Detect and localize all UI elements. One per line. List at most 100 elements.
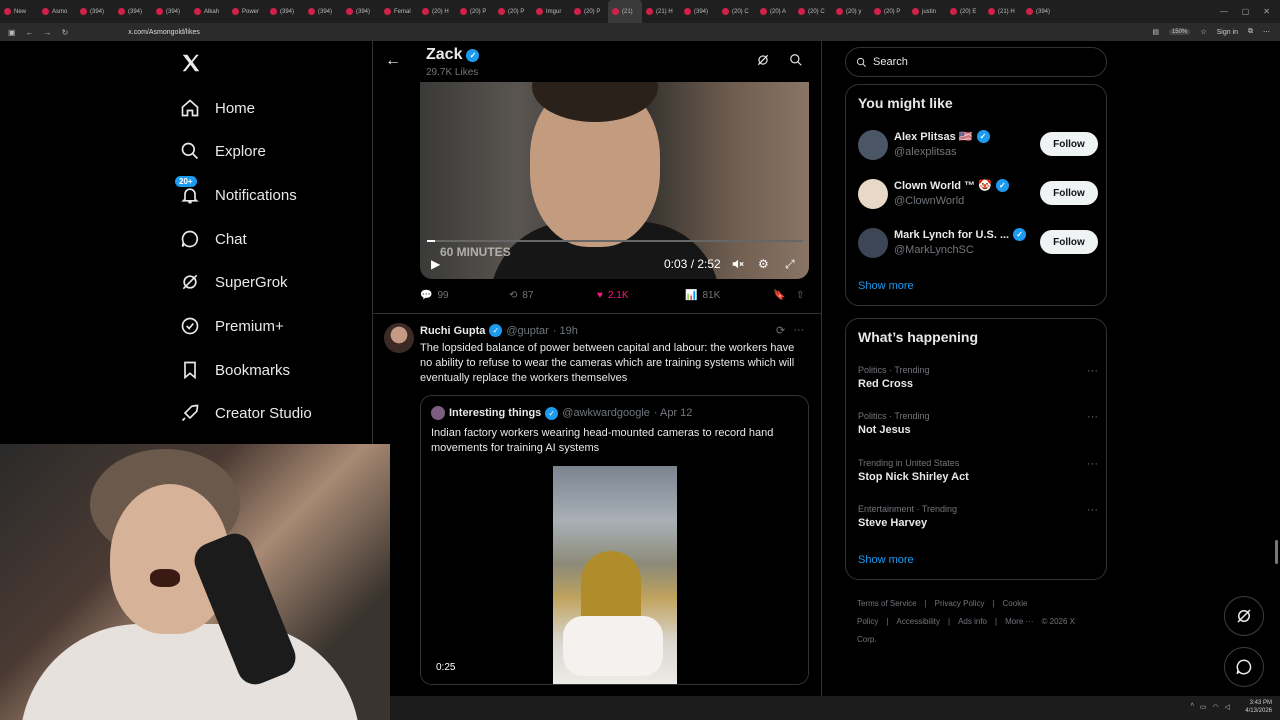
browser-tab[interactable]: (21) — [608, 0, 642, 23]
browser-tab[interactable]: Imgur — [532, 0, 570, 23]
reply-button[interactable]: 💬 99 — [420, 290, 449, 301]
browser-tab[interactable]: (394) — [76, 0, 114, 23]
sidebar-item-notifications[interactable]: 20+ Notifications — [175, 176, 297, 205]
grok-fab-button[interactable] — [1224, 596, 1264, 636]
reader-icon[interactable]: ▤ — [1152, 28, 1159, 36]
reload-icon[interactable]: ↻ — [62, 28, 69, 37]
tweet-time[interactable]: · 19h — [553, 325, 578, 337]
browser-tab[interactable]: (20) C — [718, 0, 756, 23]
share-button[interactable]: ⇧ — [796, 290, 804, 301]
close-icon[interactable]: ✕ — [1263, 7, 1270, 16]
settings-icon[interactable]: ⚙ — [758, 257, 769, 271]
browser-tab[interactable]: Power — [228, 0, 266, 23]
scrollbar[interactable] — [1275, 540, 1278, 564]
more-icon[interactable]: ··· — [1087, 411, 1098, 423]
window-controls[interactable]: — ▢ ✕ — [1220, 7, 1280, 16]
repost-button[interactable]: ⟲ 87 — [509, 290, 534, 301]
footer-link[interactable]: Terms of Service — [857, 599, 917, 608]
browser-tab[interactable]: (20) P — [456, 0, 494, 23]
avatar[interactable] — [384, 323, 414, 353]
footer-link[interactable]: Privacy Policy — [935, 599, 985, 608]
trend-item[interactable]: Entertainment · Trending Steve Harvey ··… — [858, 504, 1098, 529]
sign-in-button[interactable]: Sign in — [1217, 29, 1238, 36]
browser-tab[interactable]: (20) C — [794, 0, 832, 23]
sidebar-item-creator-studio[interactable]: Creator Studio — [180, 403, 312, 423]
browser-tab[interactable]: (20) y — [832, 0, 870, 23]
more-icon[interactable]: ··· — [793, 324, 804, 337]
forward-icon[interactable]: → — [44, 28, 52, 37]
trend-item[interactable]: Politics · Trending Red Cross ··· — [858, 365, 1098, 390]
minimize-icon[interactable]: — — [1220, 7, 1228, 16]
footer-link[interactable]: Accessibility — [896, 617, 940, 626]
maximize-icon[interactable]: ▢ — [1242, 7, 1250, 16]
avatar[interactable] — [858, 130, 888, 160]
sidebar-item-home[interactable]: Home — [180, 98, 255, 118]
like-button[interactable]: ♥ 2.1K — [597, 290, 629, 301]
browser-tab[interactable]: (394) — [1022, 0, 1060, 23]
browser-tab[interactable]: justin — [908, 0, 946, 23]
chevron-up-icon[interactable]: ^ — [1191, 703, 1194, 711]
browser-tab[interactable]: (394) — [266, 0, 304, 23]
follow-button[interactable]: Follow — [1040, 181, 1098, 205]
suggestion-item[interactable]: Clown World ™ 🤡 ✓ @ClownWorld Follow — [858, 177, 1098, 211]
browser-tab[interactable]: (20) E — [946, 0, 984, 23]
more-icon[interactable]: ··· — [1087, 504, 1098, 516]
browser-tab[interactable]: (20) A — [756, 0, 794, 23]
browser-tab[interactable]: Alkah — [190, 0, 228, 23]
browser-tab[interactable]: Femal — [380, 0, 418, 23]
browser-tab[interactable]: (394) — [342, 0, 380, 23]
avatar[interactable] — [858, 179, 888, 209]
quote-video-player[interactable]: 0:25 — [421, 466, 808, 684]
taskbar-clock[interactable]: 3:43 PM 4/13/2026 — [1245, 699, 1272, 715]
browser-tab[interactable]: New — [0, 0, 38, 23]
back-icon[interactable]: ← — [26, 28, 34, 37]
quoted-tweet[interactable]: Interesting things ✓ @awkwardgoogle · Ap… — [420, 395, 809, 685]
views-button[interactable]: 📊 81K — [685, 290, 720, 301]
mute-icon[interactable] — [731, 257, 745, 274]
star-icon[interactable]: ☆ — [1200, 28, 1206, 36]
system-tray[interactable]: ^ ▭ ◠ ◁ — [1191, 703, 1230, 711]
menu-icon[interactable]: ⋯ — [1263, 28, 1270, 36]
browser-tab[interactable]: (394) — [680, 0, 718, 23]
sidebar-item-premium[interactable]: Premium+ — [180, 316, 284, 336]
follow-button[interactable]: Follow — [1040, 132, 1098, 156]
search-input[interactable]: Search — [845, 47, 1107, 77]
grok-icon[interactable]: ⟳ — [776, 324, 785, 337]
browser-tab[interactable]: (21) H — [642, 0, 680, 23]
footer-link[interactable]: More ··· — [1005, 617, 1033, 626]
chat-fab-button[interactable] — [1224, 647, 1264, 687]
bookmark-button[interactable]: 🔖 — [773, 290, 785, 301]
fullscreen-icon[interactable]: ⤢ — [785, 257, 795, 272]
suggestion-item[interactable]: Alex Plitsas 🇺🇸 ✓ @alexplitsas Follow — [858, 128, 1098, 162]
more-icon[interactable]: ··· — [1087, 458, 1098, 470]
browser-tab[interactable]: (20) P — [870, 0, 908, 23]
browser-tab[interactable]: (20) P — [494, 0, 532, 23]
sidebar-item-supergrok[interactable]: SuperGrok — [180, 272, 288, 292]
author-name[interactable]: Ruchi Gupta — [420, 325, 485, 337]
browser-tab[interactable]: (394) — [114, 0, 152, 23]
trend-item[interactable]: Trending in United States Stop Nick Shir… — [858, 458, 1098, 483]
browser-tab[interactable]: (394) — [304, 0, 342, 23]
avatar[interactable] — [858, 228, 888, 258]
sidebar-item-chat[interactable]: Chat — [180, 229, 247, 249]
more-icon[interactable]: ··· — [1087, 365, 1098, 377]
follow-button[interactable]: Follow — [1040, 230, 1098, 254]
sidebar-item-bookmarks[interactable]: Bookmarks — [180, 360, 290, 380]
url-field[interactable]: x.com/Asmongold/likes — [128, 29, 200, 36]
browser-tab[interactable]: Asmo — [38, 0, 76, 23]
display-icon[interactable]: ▭ — [1200, 703, 1207, 711]
author-handle[interactable]: @guptar — [506, 325, 548, 337]
network-icon[interactable]: ◠ — [1213, 703, 1219, 711]
sidebar-toggle-icon[interactable]: ▣ — [8, 28, 16, 37]
zoom-badge[interactable]: 150% — [1168, 29, 1191, 35]
suggestion-item[interactable]: Mark Lynch for U.S. ... ✓ @MarkLynchSC Fo… — [858, 226, 1098, 260]
footer-link[interactable]: Ads info — [958, 617, 987, 626]
volume-icon[interactable]: ◁ — [1225, 703, 1230, 711]
browser-tab[interactable]: (394) — [152, 0, 190, 23]
x-logo-icon[interactable] — [180, 52, 202, 74]
video-progress-bar[interactable] — [427, 240, 803, 242]
browser-tab[interactable]: (20) H — [418, 0, 456, 23]
sidebar-item-explore[interactable]: Explore — [180, 141, 266, 161]
browser-tab[interactable]: (20) P — [570, 0, 608, 23]
back-arrow-icon[interactable]: ← — [385, 52, 401, 70]
